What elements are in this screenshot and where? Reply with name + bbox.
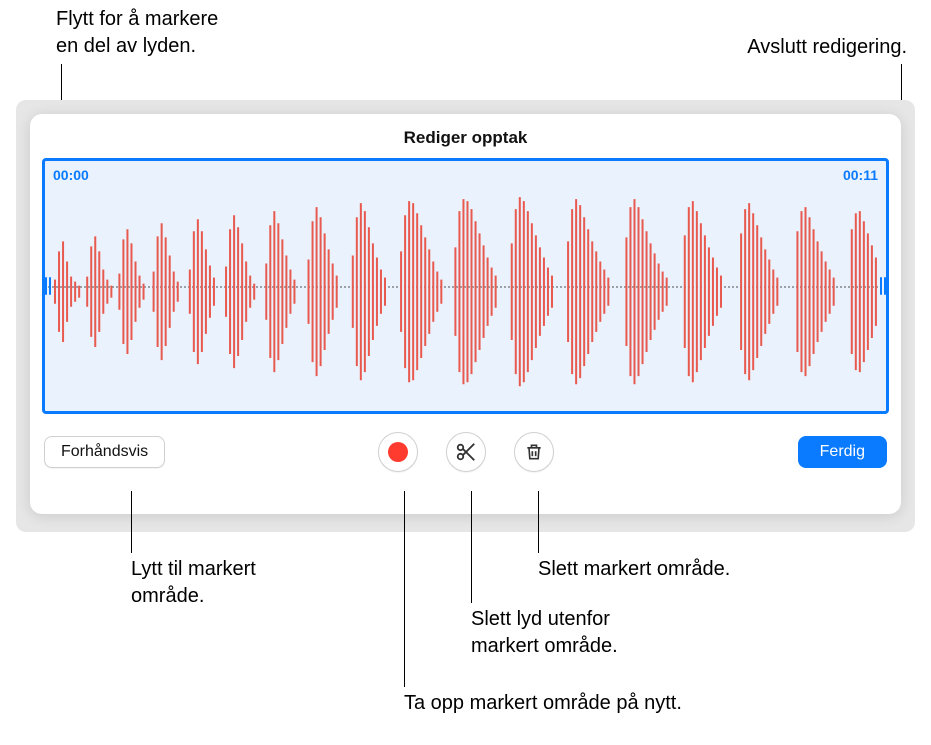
- waveform-area[interactable]: 00:00 00:11: [42, 158, 889, 414]
- record-button[interactable]: [378, 432, 418, 472]
- callout-trim: Slett lyd utenfor markert område.: [471, 606, 618, 660]
- panel-title: Rediger opptak: [30, 114, 901, 158]
- trim-handle-right[interactable]: [879, 264, 887, 308]
- delete-button[interactable]: [514, 432, 554, 472]
- callout-rerecord: Ta opp markert område på nytt.: [404, 690, 682, 717]
- trash-icon: [524, 441, 544, 463]
- callout-listen: Lytt til markert område.: [131, 556, 256, 610]
- preview-button[interactable]: Forhåndsvis: [44, 436, 165, 468]
- record-icon: [388, 442, 408, 462]
- callout-line: [471, 491, 472, 603]
- trim-handle-left[interactable]: [44, 264, 52, 308]
- callout-delete: Slett markert område.: [538, 556, 730, 583]
- callout-line: [131, 491, 132, 553]
- callout-drag: Flytt for å markere en del av lyden.: [56, 6, 218, 60]
- trim-button[interactable]: [446, 432, 486, 472]
- callout-finish: Avslutt redigering.: [747, 34, 907, 61]
- callout-line: [404, 491, 405, 687]
- edit-panel: Rediger opptak 00:00 00:11: [30, 114, 901, 514]
- done-button[interactable]: Ferdig: [798, 436, 887, 468]
- controls-bar: Forhåndsvis Ferdig: [44, 432, 887, 478]
- waveform-svg: [53, 181, 878, 402]
- center-controls: [378, 432, 554, 472]
- callout-line: [538, 491, 539, 553]
- scissors-icon: [455, 441, 477, 463]
